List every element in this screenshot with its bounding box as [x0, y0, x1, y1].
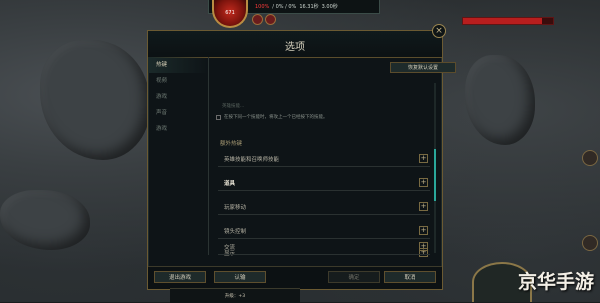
- health-fill: [463, 18, 543, 24]
- skill-icon[interactable]: [582, 150, 598, 166]
- confirm-button[interactable]: 确定: [328, 271, 380, 283]
- section-title: 额外热键: [220, 141, 243, 147]
- hotkey-row[interactable]: 交流 +: [218, 239, 430, 255]
- expand-plus-icon[interactable]: +: [419, 242, 428, 251]
- expand-plus-icon[interactable]: +: [419, 154, 428, 163]
- expand-plus-icon[interactable]: +: [419, 226, 428, 235]
- stat-time-1: 16.31秒: [299, 4, 319, 10]
- sidebar-item-game-2[interactable]: 游戏: [148, 121, 208, 137]
- sidebar-item-hotkeys[interactable]: 热键: [148, 57, 208, 73]
- hotkey-row[interactable]: 道具 +: [218, 175, 430, 191]
- row-label: 道具: [224, 180, 236, 187]
- stat-percent-rest: / 0% / 0%: [272, 3, 297, 10]
- hotkey-row[interactable]: 英雄技能和召唤师技能 +: [218, 151, 430, 167]
- hotkey-row[interactable]: 镜头控制 +: [218, 223, 430, 239]
- status-icon: [265, 14, 276, 25]
- row-label: 交流: [224, 244, 236, 251]
- sidebar-item-game[interactable]: 游戏: [148, 89, 208, 105]
- status-icon: [252, 14, 263, 25]
- hotkey-row[interactable]: 玩家移动 +: [218, 199, 430, 215]
- dialog-header: 选项: [148, 31, 442, 58]
- stat-percent: 100%: [255, 3, 270, 10]
- dialog-title: 选项: [285, 42, 305, 53]
- scrollbar-thumb[interactable]: [434, 149, 436, 201]
- watermark-text: 京华手游: [517, 271, 594, 293]
- setting-checkbox[interactable]: [216, 115, 221, 120]
- stat-time-2: 3.00秒: [321, 4, 338, 10]
- cancel-button[interactable]: 取消: [384, 271, 436, 283]
- skill-icon[interactable]: [582, 235, 598, 251]
- quit-game-button[interactable]: 退出游戏: [154, 271, 206, 283]
- faded-setting: 英雄技能...: [222, 104, 245, 109]
- expand-plus-icon[interactable]: +: [419, 202, 428, 211]
- expand-plus-icon[interactable]: +: [419, 178, 428, 187]
- sidebar-item-video[interactable]: 视频: [148, 73, 208, 89]
- row-label: 英雄技能和召唤师技能: [224, 156, 280, 163]
- level-value: 671: [225, 10, 235, 16]
- options-sidebar: 热键 视频 游戏 声音 游戏: [148, 57, 209, 255]
- options-dialog: 选项 热键 视频 游戏 声音 游戏 恢复默认设置 英雄技能... 在按下同一个技…: [147, 30, 456, 290]
- options-content: 英雄技能... 在按下同一个技能时，将攻上一个已经按下的技能。 额外热键 英雄技…: [212, 57, 432, 257]
- health-bar: [462, 17, 554, 25]
- surrender-button[interactable]: 认输: [214, 271, 266, 283]
- sidebar-item-sound[interactable]: 声音: [148, 105, 208, 121]
- row-label: 镜头控制: [224, 228, 247, 235]
- setting-hint: 在按下同一个技能时，将攻上一个已经按下的技能。: [224, 115, 328, 120]
- close-icon[interactable]: ×: [432, 24, 446, 38]
- row-label: 玩家移动: [224, 204, 247, 211]
- bottom-hud: 升级：+3: [170, 288, 300, 303]
